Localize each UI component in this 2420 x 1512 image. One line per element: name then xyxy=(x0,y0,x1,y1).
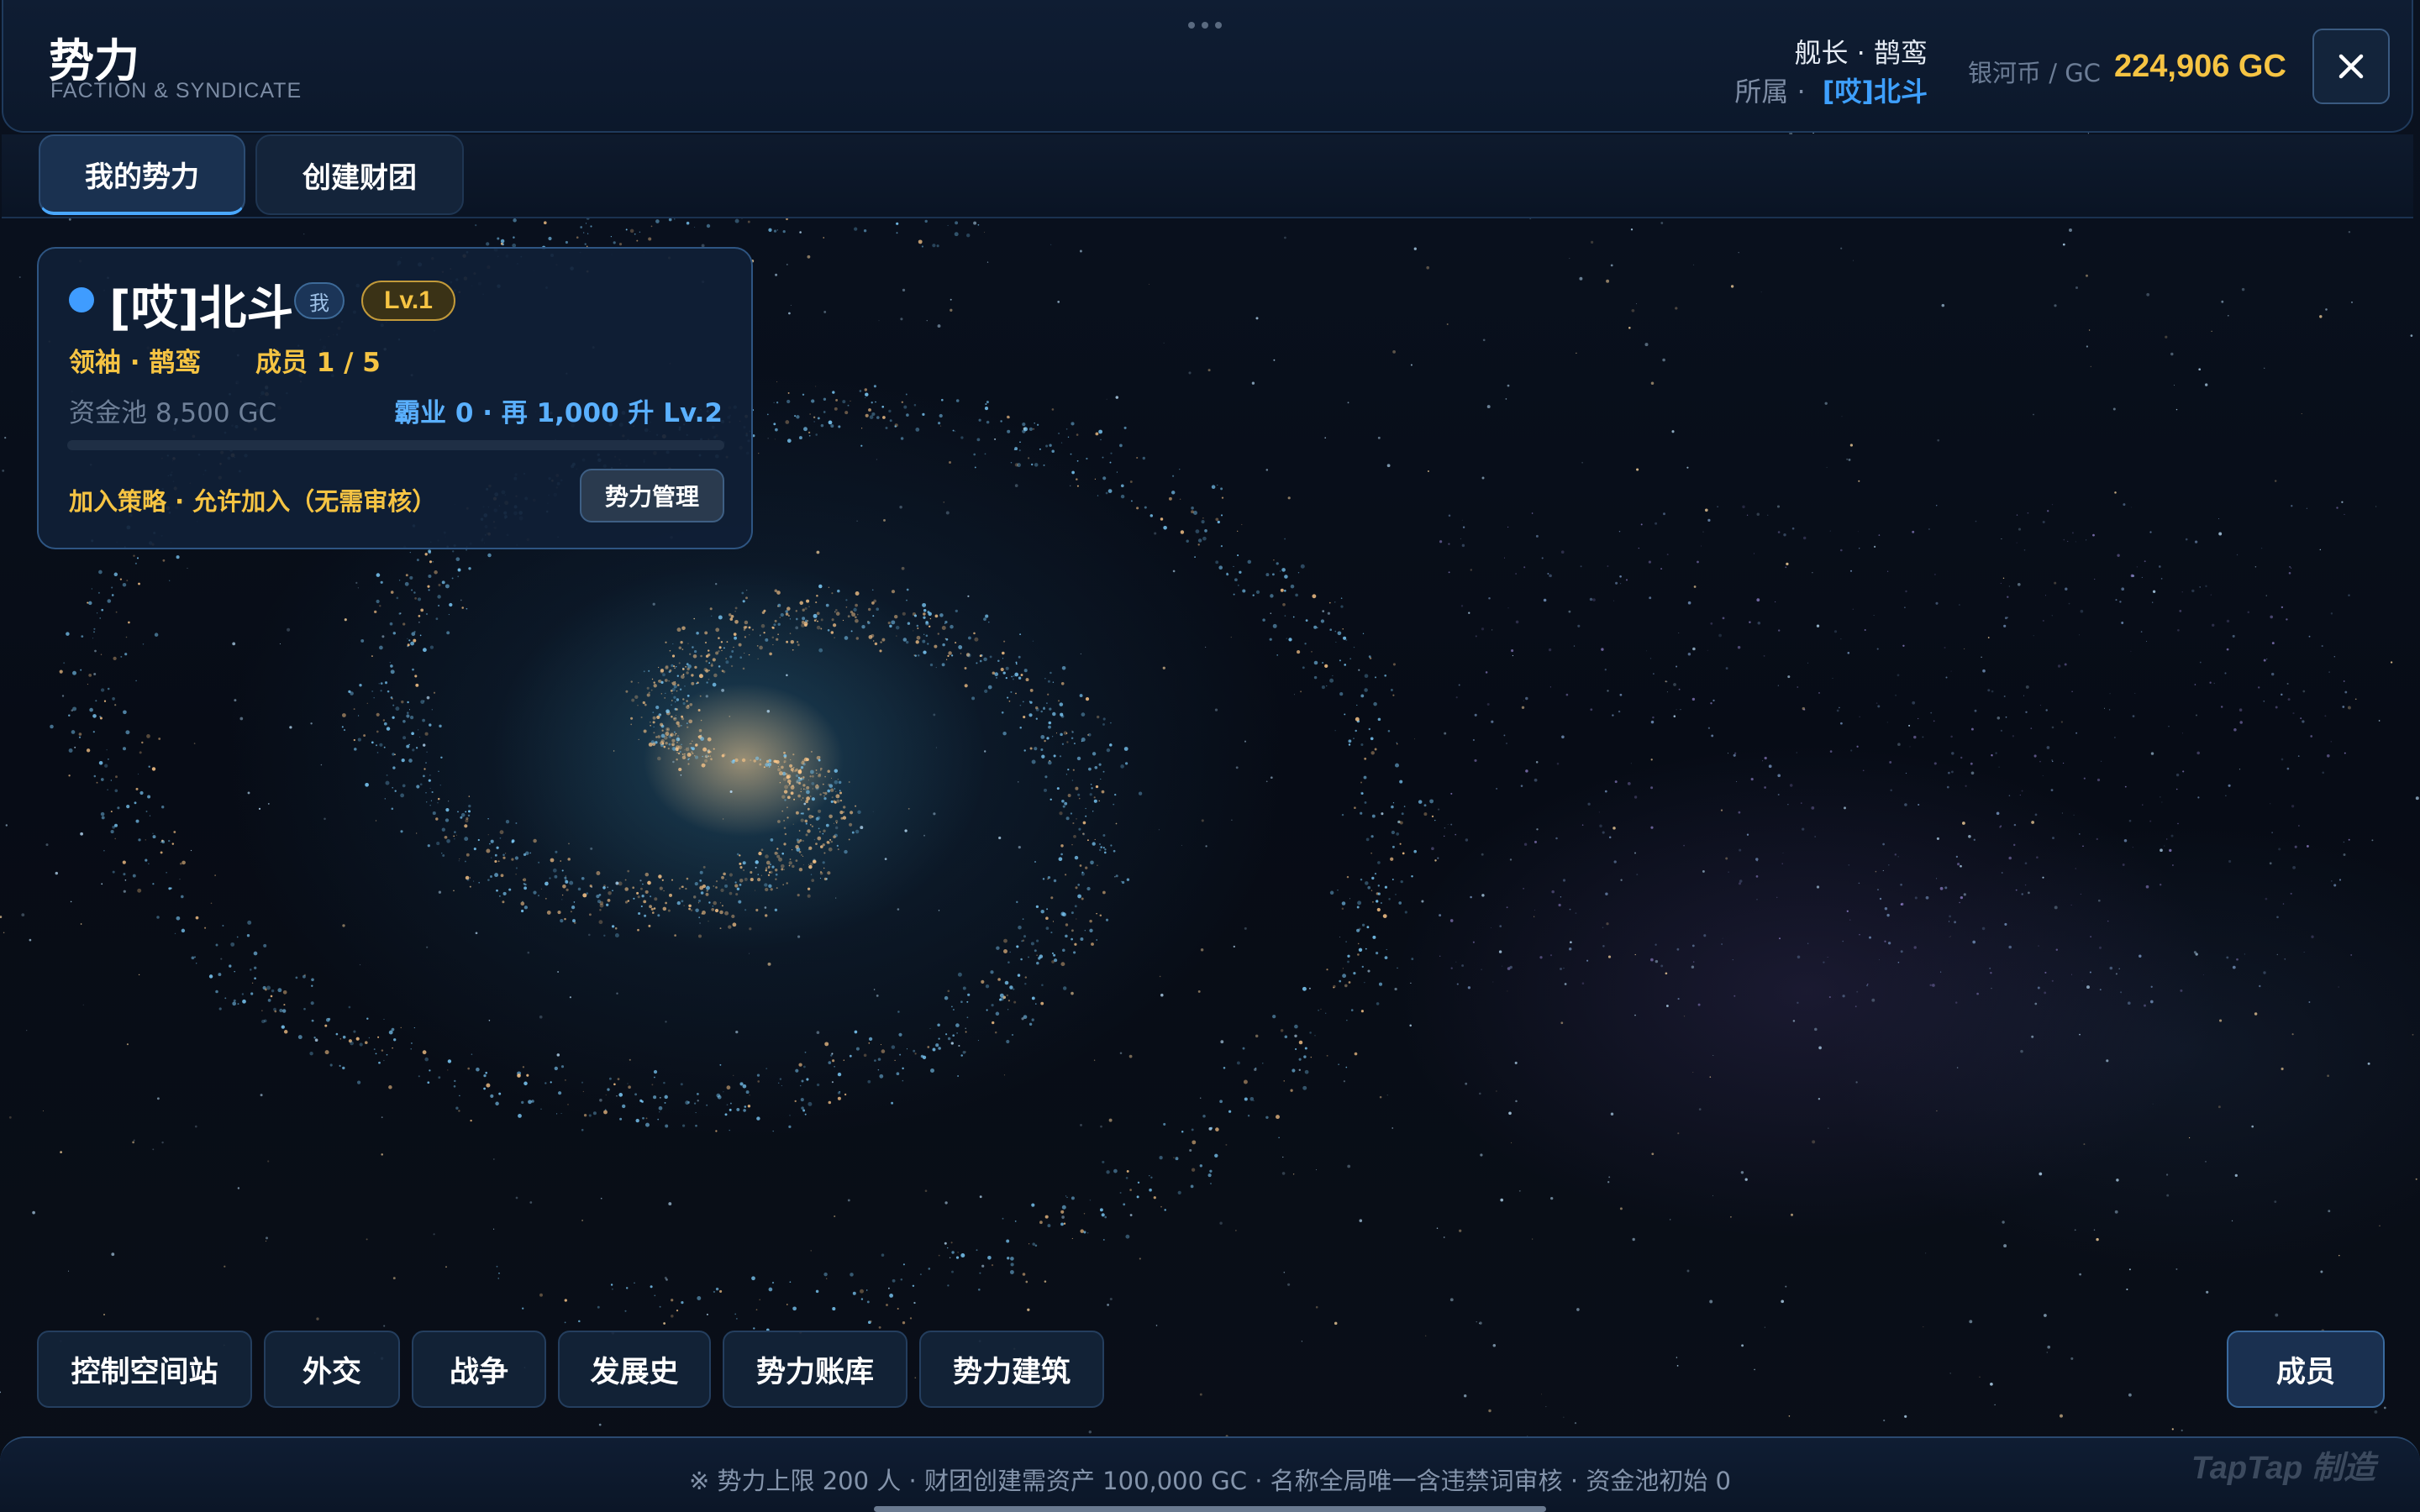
hegemony-progress-text: 霸业 0 · 再 1,000 升 Lv.2 xyxy=(394,398,723,428)
members-button[interactable]: 成员 xyxy=(2227,1331,2385,1408)
close-button[interactable] xyxy=(2312,29,2390,104)
affiliation: 所属 · [哎]北斗 xyxy=(1734,71,1928,109)
faction-manage-button[interactable]: 势力管理 xyxy=(580,469,724,522)
page-subtitle: FACTION & SYNDICATE xyxy=(50,79,302,102)
hegemony-progress-bar xyxy=(67,440,724,450)
footer-bar: ※ 势力上限 200 人 · 财团创建需资产 100,000 GC · 名称全局… xyxy=(0,1436,2420,1512)
faction-card: [哎]北斗 我 Lv.1 领袖 · 鹊鸾 成员 1 / 5 资金池 8,500 … xyxy=(37,247,753,549)
treasury-button[interactable]: 势力账库 xyxy=(723,1331,908,1408)
tab-create-syndicate[interactable]: 创建财团 xyxy=(255,134,464,215)
captain-name: 舰长 · 鹊鸾 xyxy=(1794,37,1928,69)
faction-name: [哎]北斗 xyxy=(109,281,294,336)
join-policy: 加入策略 · 允许加入（无需审核） xyxy=(69,487,437,516)
affiliation-link[interactable]: [哎]北斗 xyxy=(1823,76,1928,108)
diplomacy-button[interactable]: 外交 xyxy=(264,1331,400,1408)
drag-handle[interactable] xyxy=(1188,22,1222,29)
faction-status-dot xyxy=(69,287,94,312)
member-count: 成员 1 / 5 xyxy=(255,348,381,378)
history-button[interactable]: 发展史 xyxy=(558,1331,711,1408)
control-station-button[interactable]: 控制空间站 xyxy=(37,1331,252,1408)
tab-bar: 我的势力 创建财团 xyxy=(2,134,2413,218)
tab-my-faction[interactable]: 我的势力 xyxy=(39,134,245,215)
fund-pool: 资金池 8,500 GC xyxy=(69,398,277,428)
war-button[interactable]: 战争 xyxy=(412,1331,546,1408)
galaxy-background xyxy=(0,0,2420,1512)
me-badge: 我 xyxy=(294,282,345,319)
footer-notice: ※ 势力上限 200 人 · 财团创建需资产 100,000 GC · 名称全局… xyxy=(688,1467,1732,1495)
currency-label: 银河币 / GC xyxy=(1968,59,2101,87)
header-bar: 势力 FACTION & SYNDICATE 舰长 · 鹊鸾 所属 · [哎]北斗… xyxy=(2,0,2413,133)
close-icon xyxy=(2338,54,2364,79)
home-indicator[interactable] xyxy=(874,1506,1546,1512)
faction-leader: 领袖 · 鹊鸾 xyxy=(69,348,202,378)
taptap-watermark: TapTap 制造 xyxy=(2191,1451,2375,1486)
level-badge: Lv.1 xyxy=(361,281,455,321)
starfield xyxy=(0,0,2420,1512)
currency-value: 224,906 GC xyxy=(2114,49,2286,84)
affiliation-label: 所属 · xyxy=(1734,76,1806,108)
buildings-button[interactable]: 势力建筑 xyxy=(919,1331,1104,1408)
